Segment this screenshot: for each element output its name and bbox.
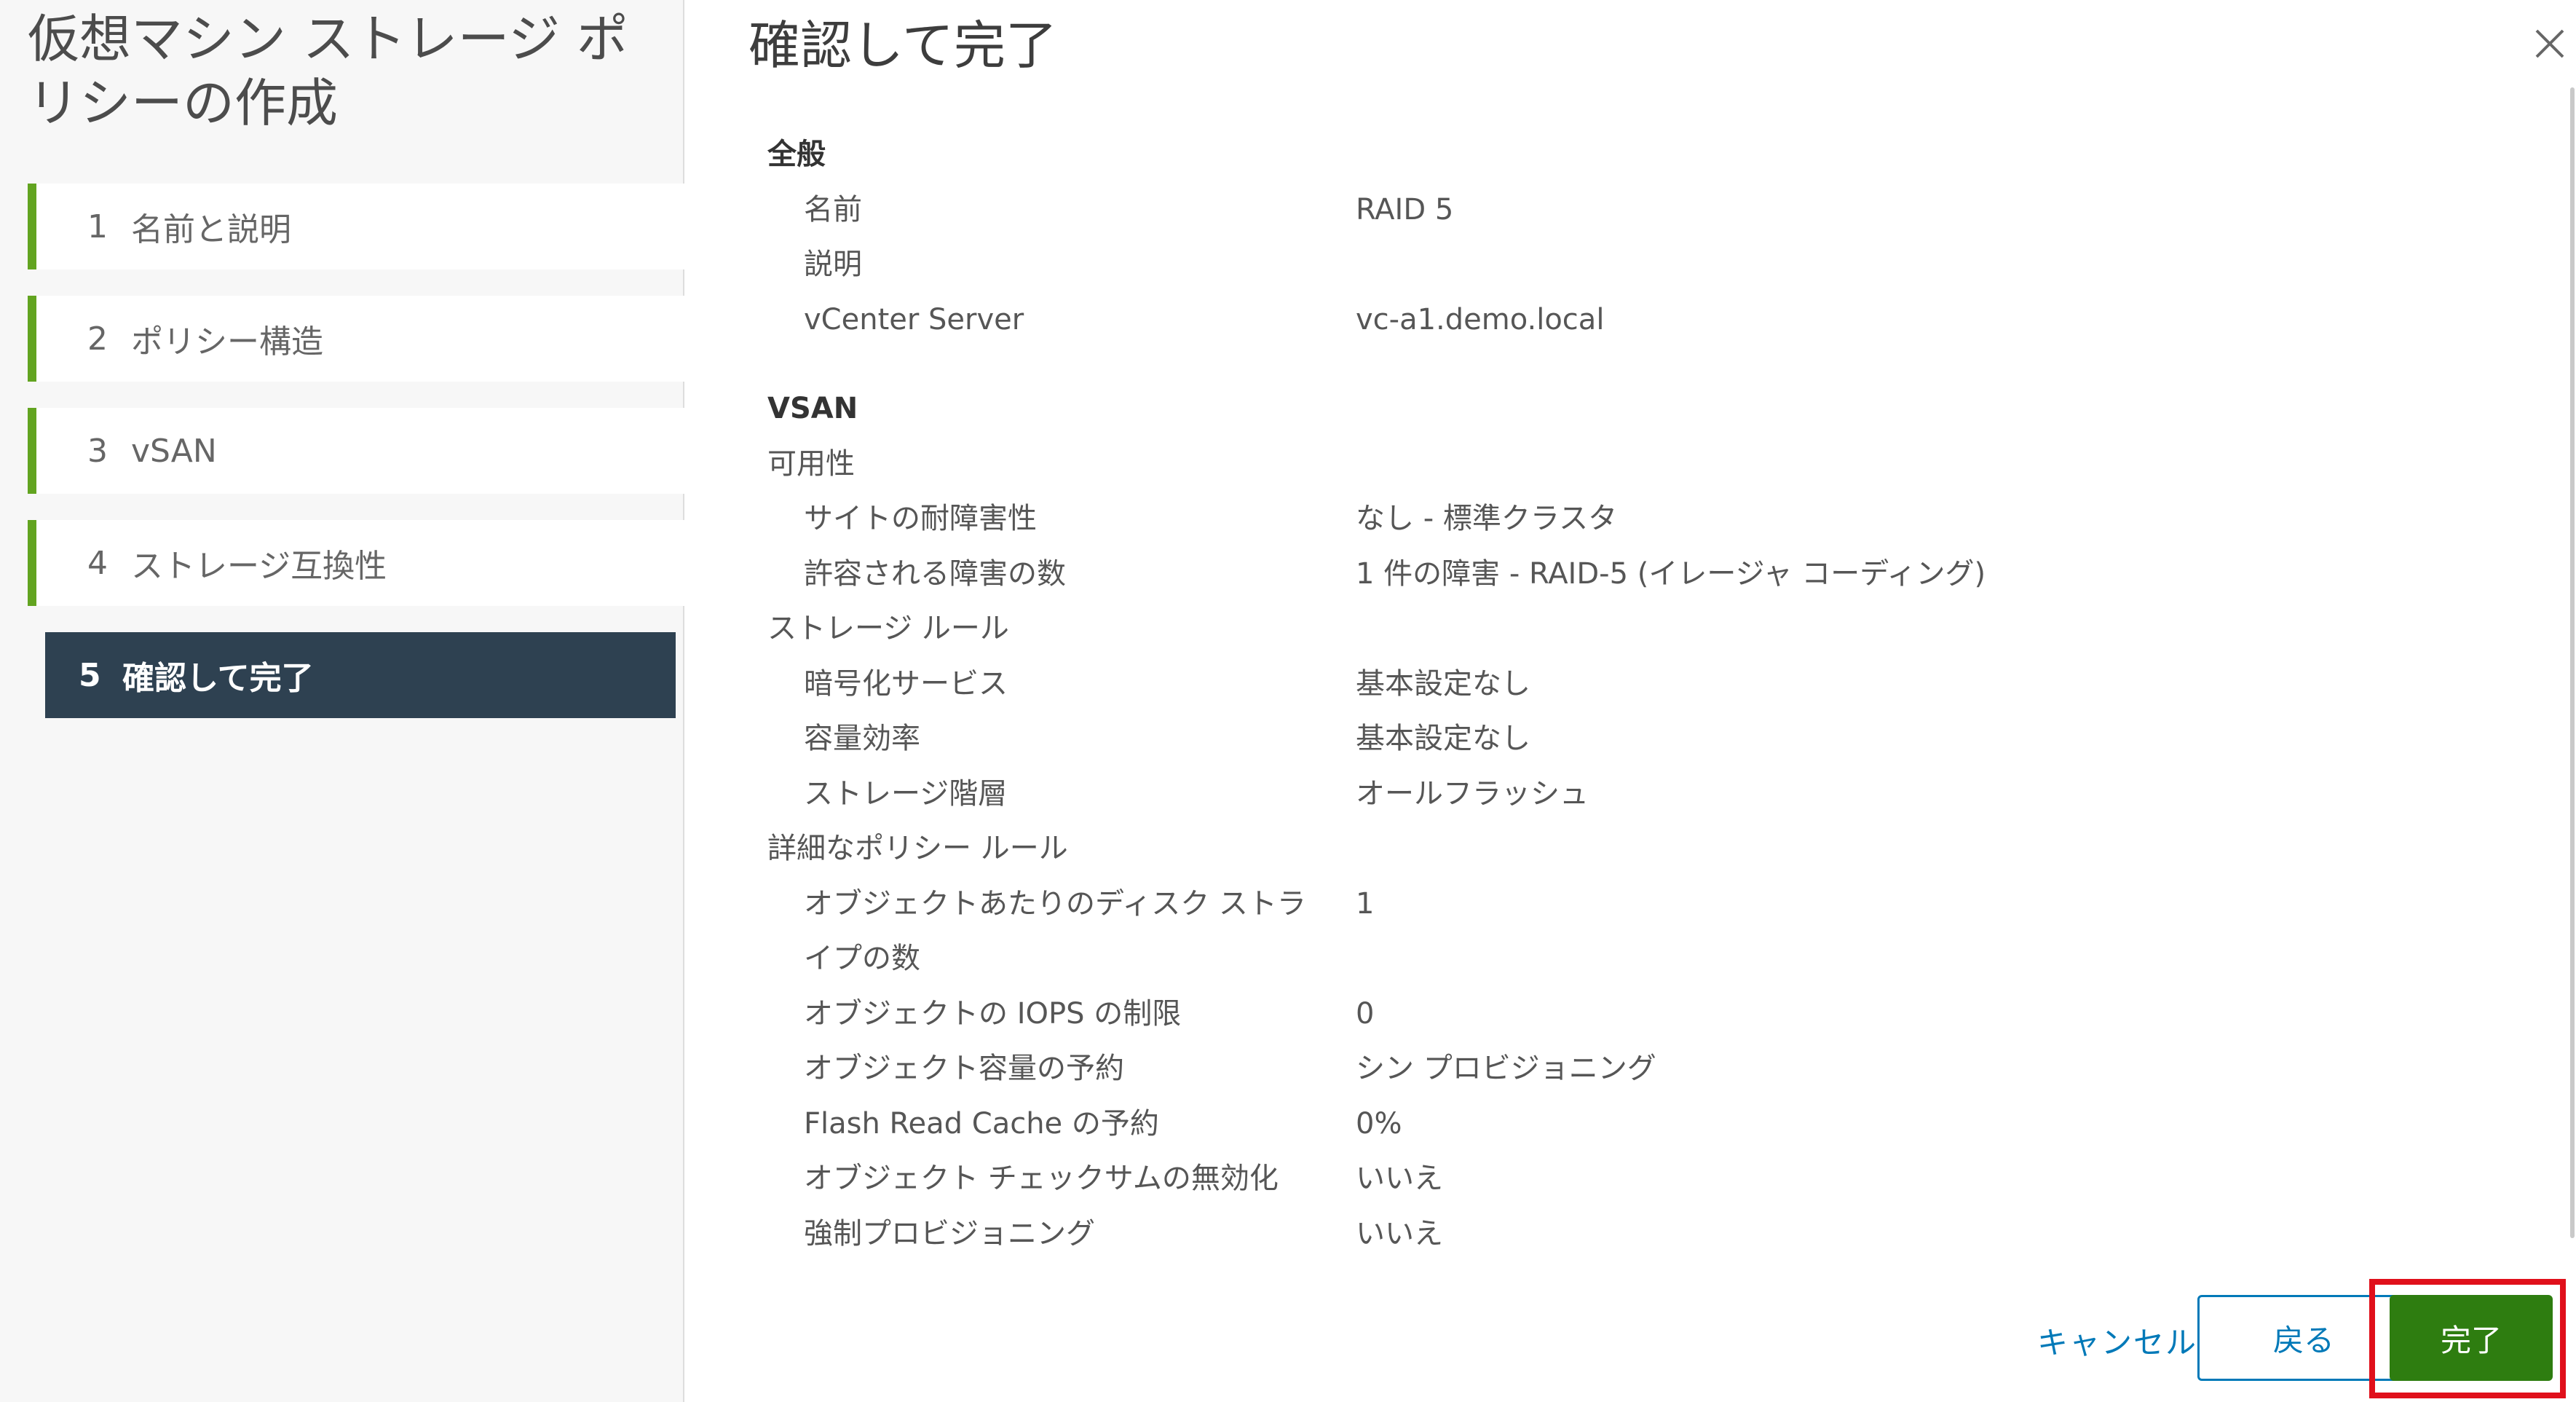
summary-row: 許容される障害の数 1 件の障害 - RAID-5 (イレージャ コーディング)	[804, 556, 1986, 591]
summary-row: vCenter Server vc-a1.demo.local	[804, 302, 1605, 336]
step-label: ストレージ互換性	[131, 548, 387, 585]
summary-row: サイトの耐障害性 なし - 標準クラスタ	[804, 502, 1618, 536]
summary-row: 容量効率 基本設定なし	[804, 722, 1530, 756]
summary-row: ストレージ階層 オールフラッシュ	[804, 776, 1589, 811]
summary-row: オブジェクトの IOPS の制限 0	[804, 996, 1375, 1031]
review-panel: 確認して完了 全般 名前 RAID 5 説明 vCenter Server vc…	[686, 0, 2576, 1402]
close-icon	[2535, 29, 2564, 58]
step-label: 確認して完了	[122, 660, 314, 697]
cancel-button[interactable]: キャンセル	[2008, 1307, 2227, 1373]
step-number: 5	[79, 656, 101, 694]
group-heading-availability: 可用性	[767, 446, 855, 481]
group-heading-advanced-rules: 詳細なポリシー ルール	[767, 832, 1068, 866]
section-heading-vsan: VSAN	[767, 392, 858, 426]
group-heading-storage-rules: ストレージ ルール	[767, 612, 1009, 646]
step-label: vSAN	[131, 432, 217, 470]
summary-row: Flash Read Cache の予約 0%	[804, 1106, 1402, 1141]
wizard-steps: 1 名前と説明 2 ポリシー構造 3 vSAN 4 ストレージ互換性 5 確認し…	[28, 184, 684, 744]
finish-button[interactable]: 完了	[2390, 1295, 2553, 1381]
wizard-title: 仮想マシン ストレージ ポリシーの作成	[28, 9, 628, 133]
summary-row: イプの数	[804, 942, 920, 976]
wizard-step-vsan[interactable]: 3 vSAN	[28, 408, 684, 494]
step-number: 4	[87, 544, 108, 582]
create-storage-policy-dialog: 仮想マシン ストレージ ポリシーの作成 1 名前と説明 2 ポリシー構造 3 v…	[0, 0, 2576, 1402]
step-number: 1	[87, 208, 108, 245]
wizard-step-storage-compatibility[interactable]: 4 ストレージ互換性	[28, 520, 684, 606]
summary-row: オブジェクト チェックサムの無効化 いいえ	[804, 1162, 1443, 1196]
summary-row: 強制プロビジョニング いいえ	[804, 1216, 1443, 1251]
wizard-step-review-finish[interactable]: 5 確認して完了	[36, 632, 676, 718]
summary-row: 説明	[804, 248, 862, 282]
summary-row: 暗号化サービス 基本設定なし	[804, 666, 1530, 701]
page-title: 確認して完了	[748, 15, 1057, 76]
close-button[interactable]	[2528, 22, 2572, 66]
summary-row: 名前 RAID 5	[804, 192, 1454, 227]
step-number: 3	[87, 432, 108, 470]
wizard-sidebar: 仮想マシン ストレージ ポリシーの作成 1 名前と説明 2 ポリシー構造 3 v…	[0, 0, 684, 1402]
step-label: 名前と説明	[131, 211, 291, 248]
step-number: 2	[87, 320, 108, 358]
summary-list: 全般 名前 RAID 5 説明 vCenter Server vc-a1.dem…	[767, 127, 2515, 1261]
section-heading-general: 全般	[767, 138, 826, 172]
vertical-scrollbar[interactable]	[2570, 87, 2575, 1238]
summary-row: オブジェクトあたりのディスク ストラ 1	[804, 886, 1375, 921]
summary-row: オブジェクト容量の予約 シン プロビジョニング	[804, 1052, 1656, 1086]
wizard-step-policy-structure[interactable]: 2 ポリシー構造	[28, 296, 684, 382]
wizard-step-name-description[interactable]: 1 名前と説明	[28, 184, 684, 269]
step-label: ポリシー構造	[131, 323, 323, 361]
